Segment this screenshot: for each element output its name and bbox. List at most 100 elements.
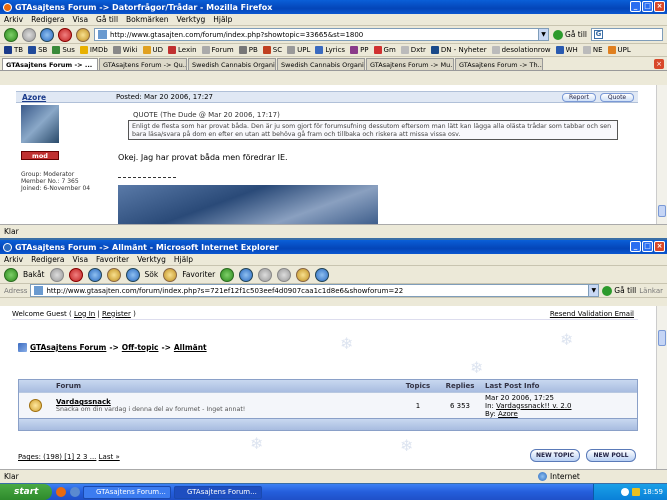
last-post-user-link[interactable]: Azore (498, 410, 518, 418)
last-post-topic-link[interactable]: Vardagssnack!! v. 2.0 (496, 402, 571, 410)
go-button[interactable]: Gå till (553, 29, 587, 40)
quote-button[interactable]: Quote (600, 93, 634, 102)
bookmark-item[interactable]: Lyrics (315, 46, 345, 54)
search-button[interactable]: Sök (145, 270, 159, 279)
bookmark-item[interactable]: SB (28, 46, 47, 54)
forward-icon[interactable] (22, 27, 36, 42)
new-poll-button[interactable]: NEW POLL (586, 449, 636, 462)
menu-redigera[interactable]: Redigera (31, 15, 64, 24)
forum-link-vardagssnack[interactable]: Vardagssnack (56, 398, 397, 406)
start-button[interactable]: start (0, 484, 52, 500)
search-input[interactable]: G (591, 28, 663, 41)
menu-arkiv[interactable]: Arkiv (4, 15, 23, 24)
post-author[interactable]: Azore (22, 93, 46, 102)
menu-arkiv[interactable]: Arkiv (4, 255, 23, 264)
firefox-scrollbar[interactable] (656, 85, 667, 224)
breadcrumb-allmant[interactable]: Allmänt (174, 343, 207, 352)
volume-icon[interactable] (631, 488, 640, 496)
tab-1[interactable]: GTAsajtens Forum -> ... (2, 58, 98, 70)
home-icon[interactable] (106, 267, 121, 282)
menu-hjalp[interactable]: Hjälp (213, 15, 232, 24)
bookmark-item[interactable]: PP (350, 46, 369, 54)
breadcrumb-home[interactable]: GTAsajtens Forum (30, 343, 106, 352)
ie-address-bar[interactable]: http://www.gtasajten.com/forum/index.php… (30, 284, 600, 297)
login-link[interactable]: Log In (74, 310, 95, 318)
bookmark-item[interactable]: SC (262, 46, 282, 54)
ie-quicklaunch-icon[interactable] (70, 487, 80, 497)
register-link[interactable]: Register (102, 310, 131, 318)
bookmark-item[interactable]: NE (582, 46, 603, 54)
scroll-thumb[interactable] (658, 205, 666, 217)
home-icon[interactable] (76, 27, 90, 42)
menu-verktyg[interactable]: Verktyg (177, 15, 206, 24)
close-button[interactable]: × (654, 241, 665, 252)
bookmark-item[interactable]: WH (555, 46, 578, 54)
bookmark-item[interactable]: DN - Nyheter (430, 46, 487, 54)
favorites-button[interactable]: Favoriter (182, 270, 215, 279)
tab-3[interactable]: Swedish Cannabis Organi... (188, 58, 276, 70)
pages-list[interactable]: Pages: (198) [1] 2 3 ... (18, 453, 96, 461)
chevron-down-icon[interactable]: ▼ (588, 285, 599, 296)
back-icon[interactable] (4, 27, 18, 42)
links-button[interactable]: Länkar (639, 287, 663, 295)
menu-visa[interactable]: Visa (72, 255, 88, 264)
menu-hjalp[interactable]: Hjälp (174, 255, 193, 264)
bookmark-item[interactable]: TB (4, 46, 23, 54)
chevron-down-icon[interactable]: ▼ (538, 29, 549, 40)
ie-scrollbar[interactable] (656, 306, 667, 469)
menu-visa[interactable]: Visa (72, 15, 88, 24)
messenger-icon[interactable] (315, 267, 330, 282)
close-button[interactable]: × (654, 1, 665, 12)
menu-favoriter[interactable]: Favoriter (96, 255, 129, 264)
bookmark-item[interactable]: Lexin (168, 46, 197, 54)
menu-redigera[interactable]: Redigera (31, 255, 64, 264)
taskbar-item-ie[interactable]: GTAsajtens Forum... (174, 485, 262, 499)
tab-4[interactable]: Swedish Cannabis Organi... (277, 58, 365, 70)
report-button[interactable]: Report (562, 93, 596, 102)
firefox-address-bar[interactable]: http://www.gtasajten.com/forum/index.php… (94, 28, 550, 41)
minimize-button[interactable]: _ (630, 1, 641, 12)
taskbar-item-firefox[interactable]: GTAsajtens Forum... (83, 485, 171, 499)
print-icon[interactable] (258, 267, 273, 282)
back-icon[interactable] (4, 267, 18, 282)
history-icon[interactable] (220, 267, 235, 282)
minimize-button[interactable]: _ (630, 241, 641, 252)
edit-icon[interactable] (277, 267, 292, 282)
bookmark-item[interactable]: IMDb (79, 46, 108, 54)
menu-ga-till[interactable]: Gå till (96, 15, 118, 24)
resend-validation-link[interactable]: Resend Validation Email (550, 310, 634, 318)
stop-icon[interactable] (58, 27, 72, 42)
tab-2[interactable]: GTAsajtens Forum -> Qu... (99, 58, 187, 70)
maximize-button[interactable]: □ (642, 1, 653, 12)
bookmark-item[interactable]: UPL (287, 46, 310, 54)
forward-icon[interactable] (49, 267, 64, 282)
folder-icon[interactable] (296, 267, 311, 282)
firefox-quicklaunch-icon[interactable] (56, 487, 66, 497)
tab-5[interactable]: GTAsajtens Forum -> Mu... (366, 58, 454, 70)
mail-icon[interactable] (239, 267, 254, 282)
bookmark-item[interactable]: UPL (607, 46, 631, 54)
bookmark-item[interactable]: Dxtr (400, 46, 426, 54)
bookmark-item[interactable]: Gm (373, 46, 396, 54)
maximize-button[interactable]: □ (642, 241, 653, 252)
back-button[interactable]: Bakåt (23, 270, 45, 279)
bookmark-item[interactable]: Wiki (112, 46, 138, 54)
bookmark-item[interactable]: Sus (52, 46, 75, 54)
favorites-icon[interactable] (163, 267, 178, 282)
tab-6[interactable]: GTAsajtens Forum -> Th... (455, 58, 543, 70)
menu-verktyg[interactable]: Verktyg (137, 255, 166, 264)
scroll-thumb[interactable] (658, 330, 666, 346)
new-topic-button[interactable]: NEW TOPIC (530, 449, 580, 462)
bookmark-item[interactable]: PB (238, 46, 258, 54)
bookmark-item[interactable]: Forum (201, 46, 234, 54)
bookmark-item[interactable]: UD (142, 46, 163, 54)
go-button[interactable]: Gå till (602, 285, 636, 296)
search-icon[interactable] (125, 267, 140, 282)
menu-bokmarken[interactable]: Bokmärken (126, 15, 169, 24)
last-page-link[interactable]: Last » (99, 453, 120, 461)
refresh-icon[interactable] (87, 267, 102, 282)
breadcrumb-off-topic[interactable]: Off-topic (122, 343, 159, 352)
close-tab-icon[interactable]: × (654, 59, 664, 69)
reload-icon[interactable] (40, 27, 54, 42)
tray-icon[interactable] (620, 488, 629, 496)
